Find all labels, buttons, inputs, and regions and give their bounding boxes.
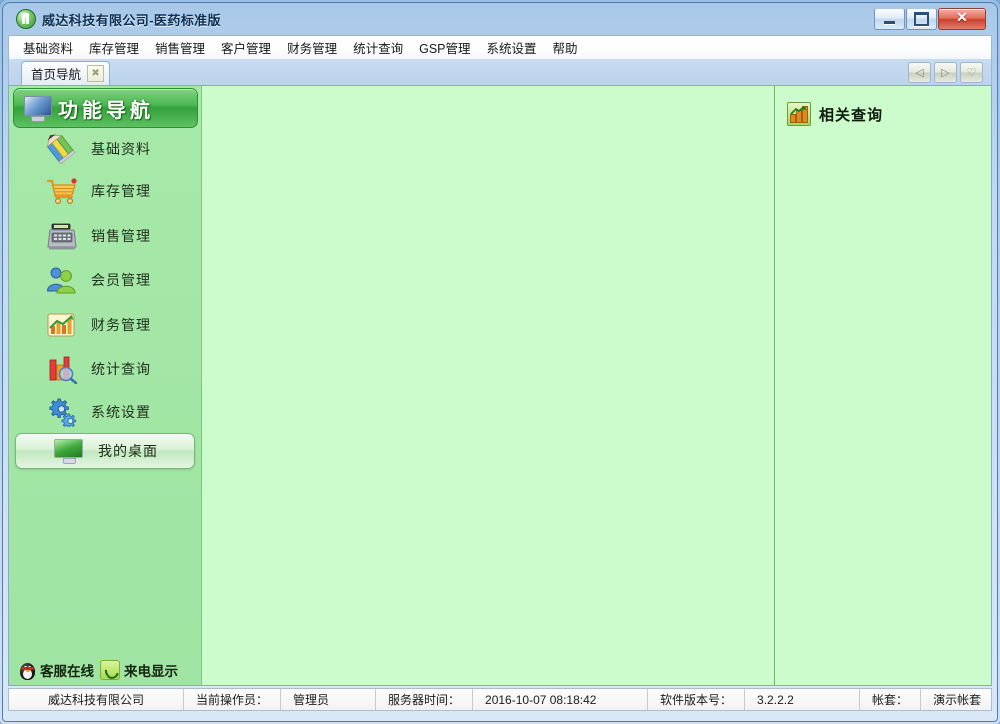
menu-statistics[interactable]: 统计查询 [345, 35, 411, 60]
menu-bar: 基础资料 库存管理 销售管理 客户管理 财务管理 统计查询 GSP管理 系统设置… [8, 35, 992, 59]
window-title: 威达科技有限公司-医药标准版 [42, 12, 221, 28]
sidebar-item-members[interactable]: 会员管理 [13, 262, 197, 298]
navigation-header-label: 功能导航 [58, 97, 154, 122]
tab-label: 首页导航 [31, 68, 82, 82]
menu-basic-data[interactable]: 基础资料 [15, 35, 81, 60]
pencils-icon [45, 134, 79, 164]
sidebar-item-inventory[interactable]: 库存管理 [13, 173, 197, 209]
sidebar-item-label: 库存管理 [91, 184, 151, 200]
status-operator-value: 管理员 [281, 689, 377, 710]
status-company: 威达科技有限公司 [9, 689, 184, 710]
window-controls: ✕ [874, 8, 986, 30]
menu-inventory[interactable]: 库存管理 [81, 35, 147, 60]
menu-help[interactable]: 帮助 [545, 35, 586, 60]
my-desktop-label: 我的桌面 [98, 444, 158, 460]
close-icon: ✕ [956, 11, 968, 26]
sidebar-item-label: 会员管理 [91, 273, 151, 289]
sidebar-item-basic-data[interactable]: 基础资料 [13, 131, 197, 167]
sidebar-item-label: 基础资料 [91, 142, 151, 158]
tab-list-button[interactable]: ♡ [960, 62, 983, 83]
close-button[interactable]: ✕ [938, 8, 986, 30]
desktop-monitor-icon [54, 439, 84, 464]
sidebar-item-label: 销售管理 [91, 229, 151, 245]
related-query-header: 相关查询 [775, 86, 991, 126]
sidebar-item-label: 财务管理 [91, 318, 151, 334]
status-version-label: 软件版本号： [648, 689, 746, 710]
tab-close-icon[interactable]: ✖ [87, 65, 105, 82]
my-desktop-button[interactable]: 我的桌面 [15, 433, 195, 469]
menu-sales[interactable]: 销售管理 [147, 35, 213, 60]
title-bar: 威达科技有限公司-医药标准版 ✕ [6, 4, 994, 34]
statistics-magnifier-icon [45, 354, 79, 384]
customer-service-online-link[interactable]: 客服在线 [19, 660, 94, 680]
maximize-button[interactable] [906, 8, 937, 30]
phone-icon [100, 660, 120, 680]
client-area: 功能导航 基础资料 库存管理 销售管理 会员管理 财务管理 统计查询 系统设置 … [8, 85, 992, 686]
status-operator-label: 当前操作员： [184, 689, 282, 710]
status-bar: 威达科技有限公司 当前操作员： 管理员 服务器时间： 2016-10-07 08… [8, 688, 992, 711]
tab-next-button[interactable]: ▷ [934, 62, 957, 83]
minimize-button[interactable] [874, 8, 905, 30]
menu-gsp[interactable]: GSP管理 [411, 35, 478, 60]
related-query-panel: 相关查询 [774, 86, 991, 685]
monitor-icon [24, 96, 52, 122]
sidebar-bottom-bar: 客服在线 来电显示 [9, 657, 211, 683]
customer-service-label: 客服在线 [40, 664, 94, 680]
sidebar-item-sales[interactable]: 销售管理 [13, 218, 197, 254]
minimize-icon [884, 20, 895, 24]
sidebar-item-label: 系统设置 [91, 405, 151, 421]
tab-nav-controls: ◁ ▷ ♡ [908, 62, 983, 83]
sidebar-item-system-settings[interactable]: 系统设置 [13, 394, 197, 430]
status-account-label: 帐套： [860, 689, 922, 710]
finance-chart-icon [45, 310, 79, 340]
menu-finance[interactable]: 财务管理 [279, 35, 345, 60]
related-query-label: 相关查询 [819, 105, 884, 124]
bar-chart-icon [787, 102, 811, 126]
status-server-time-label: 服务器时间： [376, 689, 474, 710]
tab-prev-button[interactable]: ◁ [908, 62, 931, 83]
navigation-header: 功能导航 [13, 88, 198, 128]
sidebar-item-label: 统计查询 [91, 362, 151, 378]
menu-customer[interactable]: 客户管理 [213, 35, 279, 60]
status-account-value: 演示帐套 [933, 693, 982, 707]
status-server-time-value: 2016-10-07 08:18:42 [473, 689, 649, 710]
function-navigation-panel: 功能导航 基础资料 库存管理 销售管理 会员管理 财务管理 统计查询 系统设置 … [9, 86, 202, 685]
cash-register-icon [45, 221, 79, 251]
tab-bar: 首页导航 ✖ ◁ ▷ ♡ [8, 59, 992, 85]
menu-system-settings[interactable]: 系统设置 [479, 35, 545, 60]
app-logo-icon [16, 9, 36, 29]
shopping-cart-icon [45, 176, 79, 206]
sidebar-item-finance[interactable]: 财务管理 [13, 307, 197, 343]
maximize-icon [914, 12, 929, 26]
caller-id-label: 来电显示 [124, 664, 178, 680]
status-version-value: 3.2.2.2 [745, 689, 861, 710]
gears-icon [45, 397, 79, 427]
sidebar-item-statistics[interactable]: 统计查询 [13, 351, 197, 387]
qq-penguin-icon [19, 661, 36, 680]
application-window: 威达科技有限公司-医药标准版 ✕ 基础资料 库存管理 销售管理 客户管理 财务管… [0, 0, 1000, 724]
members-icon [45, 265, 79, 295]
caller-id-link[interactable]: 来电显示 [100, 660, 178, 680]
tab-home-navigation[interactable]: 首页导航 ✖ [21, 61, 111, 85]
